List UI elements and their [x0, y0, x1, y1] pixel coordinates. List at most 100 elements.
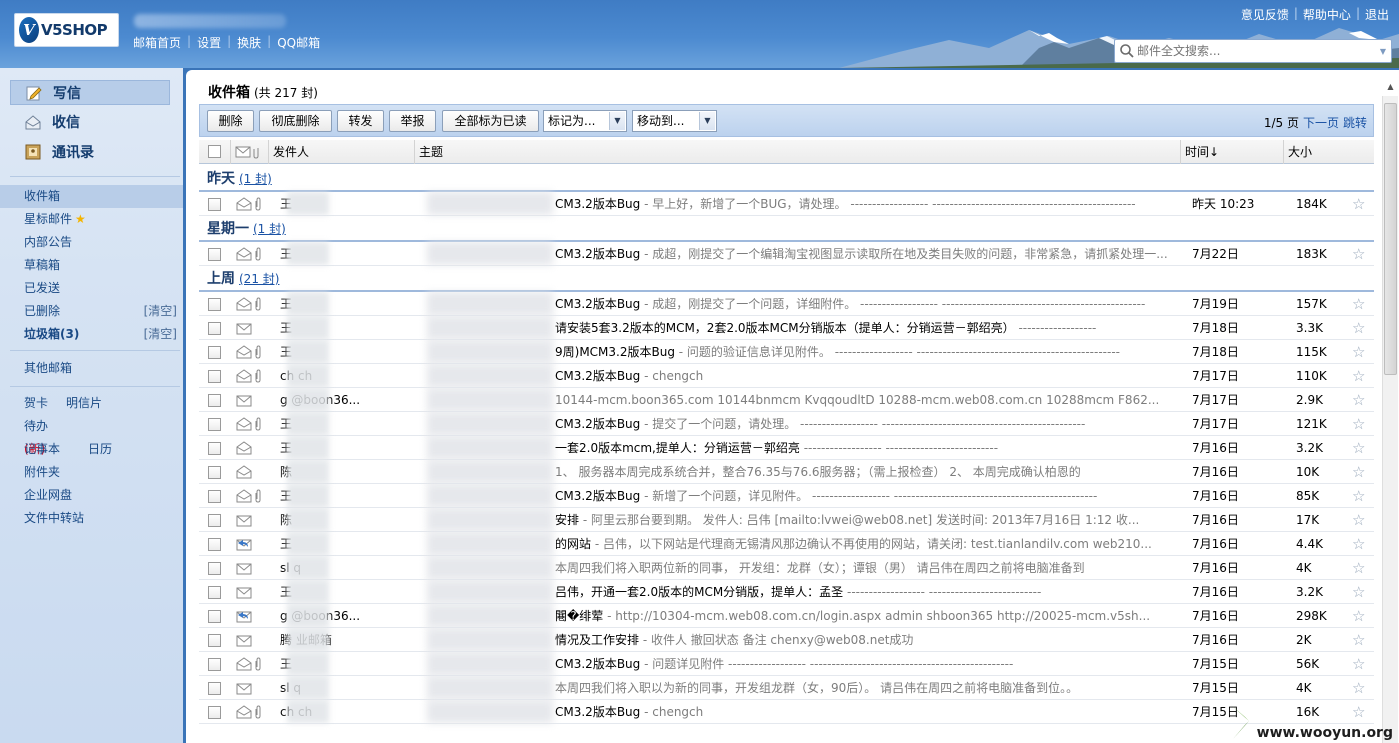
mark-as-select[interactable]: 标记为... ▼ [543, 110, 627, 132]
row-checkbox[interactable] [208, 466, 221, 479]
star-toggle-icon[interactable]: ☆ [1352, 652, 1365, 676]
sidebar-item-greeting-card[interactable]: 贺卡 [24, 392, 66, 415]
sidebar-item-file-transfer[interactable]: 文件中转站 [0, 507, 183, 530]
row-checkbox[interactable] [208, 248, 221, 261]
topnav-home[interactable]: 邮箱首页 [133, 34, 181, 51]
row-checkbox[interactable] [208, 586, 221, 599]
star-toggle-icon[interactable]: ☆ [1352, 508, 1365, 532]
message-row[interactable]: ch chCM3.2版本Bug - chengch7月15日16K☆ [199, 700, 1374, 724]
topnav-skin[interactable]: 换肤 [237, 34, 261, 51]
star-toggle-icon[interactable]: ☆ [1352, 484, 1365, 508]
star-toggle-icon[interactable]: ☆ [1352, 412, 1365, 436]
star-toggle-icon[interactable]: ☆ [1352, 460, 1365, 484]
star-toggle-icon[interactable]: ☆ [1352, 556, 1365, 580]
star-toggle-icon[interactable]: ☆ [1352, 676, 1365, 700]
sidebar-item-netdisk[interactable]: 企业网盘 [0, 484, 183, 507]
sidebar-item-sent[interactable]: 已发送 [0, 277, 183, 300]
star-toggle-icon[interactable]: ☆ [1352, 242, 1365, 266]
delete-button[interactable]: 删除 [207, 110, 254, 132]
row-checkbox[interactable] [208, 682, 221, 695]
sidebar-item-drafts[interactable]: 草稿箱 [0, 254, 183, 277]
message-row[interactable]: 王请安装5套3.2版本的MCM，2套2.0版本MCM分销版本（提单人：分销运营－… [199, 316, 1374, 340]
forward-button[interactable]: 转发 [337, 110, 384, 132]
row-checkbox[interactable] [208, 562, 221, 575]
message-row[interactable]: 王 CM3.2版本Bug - 问题详见附件 ------------------ … [199, 652, 1374, 676]
logout-link[interactable]: 退出 [1365, 6, 1389, 23]
size-col-header[interactable]: 大小 [1284, 140, 1374, 164]
contacts-button[interactable]: 通讯录 [10, 139, 170, 164]
message-row[interactable]: 王 CM3.2版本Bug - 成超，刚提交了一个编辑淘宝视图显示读取所在地及类目失… [199, 242, 1374, 266]
message-row[interactable]: ch chCM3.2版本Bug - chengch7月17日110K☆ [199, 364, 1374, 388]
receive-button[interactable]: 收信 [10, 109, 170, 134]
sidebar-item-notes[interactable]: 记事本 [0, 438, 183, 461]
message-row[interactable]: g @boon36...闀�绯荤 - http://10304-mcm.web0… [199, 604, 1374, 628]
select-all-checkbox[interactable] [208, 145, 221, 158]
star-toggle-icon[interactable]: ☆ [1352, 316, 1365, 340]
row-checkbox[interactable] [208, 198, 221, 211]
row-checkbox[interactable] [208, 706, 221, 719]
row-checkbox[interactable] [208, 610, 221, 623]
sender-col-header[interactable]: 发件人 [269, 140, 415, 164]
search-dropdown-icon[interactable]: ▼ [1380, 47, 1386, 56]
sidebar-item-starred[interactable]: 星标邮件 ★ [0, 208, 183, 231]
message-row[interactable]: 陈 1、 服务器本周完成系统合并，整合76.35与76.6服务器；（需上报检查）… [199, 460, 1374, 484]
topnav-qqmail[interactable]: QQ邮箱 [277, 34, 320, 51]
next-page-link[interactable]: 下一页 [1303, 116, 1339, 130]
time-col-header[interactable]: 时间↓ [1181, 140, 1284, 164]
move-to-select[interactable]: 移动到... ▼ [632, 110, 717, 132]
report-button[interactable]: 举报 [389, 110, 436, 132]
star-toggle-icon[interactable]: ☆ [1352, 532, 1365, 556]
message-row[interactable]: 陈安排 - 阿里云那台要到期。 发件人: 吕伟 [mailto:lvwei@we… [199, 508, 1374, 532]
message-row[interactable]: 王的网站 - 吕伟，以下网站是代理商无锡清风那边确认不再使用的网站，请关闭: t… [199, 532, 1374, 556]
star-toggle-icon[interactable]: ☆ [1352, 292, 1365, 316]
message-row[interactable]: 腾 业邮箱情况及工作安排 - 收件人 撤回状态 备注 chenxy@web08.… [199, 628, 1374, 652]
star-toggle-icon[interactable]: ☆ [1352, 436, 1365, 460]
row-checkbox[interactable] [208, 634, 221, 647]
message-row[interactable]: 王 CM3.2版本Bug - 成超，刚提交了一个问题，详细附件。 --------… [199, 292, 1374, 316]
star-toggle-icon[interactable]: ☆ [1352, 364, 1365, 388]
topnav-settings[interactable]: 设置 [197, 34, 221, 51]
feedback-link[interactable]: 意见反馈 [1241, 6, 1289, 23]
compose-button[interactable]: 写信 [10, 80, 170, 105]
clear-spam-link[interactable]: [清空] [144, 323, 177, 346]
row-checkbox[interactable] [208, 514, 221, 527]
message-row[interactable]: sl q 本周四我们将入职以为新的同事，开发组龙群（女，90后）。 请吕伟在周四… [199, 676, 1374, 700]
star-toggle-icon[interactable]: ☆ [1352, 700, 1365, 724]
jump-link[interactable]: 跳转 [1343, 116, 1367, 130]
message-row[interactable]: sl q 本周四我们将入职两位新的同事， 开发组：龙群（女）；谭银（男） 请吕伟… [199, 556, 1374, 580]
message-row[interactable]: 王一套2.0版本mcm,提单人：分销运营－郭绍亮 ---------------… [199, 436, 1374, 460]
help-link[interactable]: 帮助中心 [1303, 6, 1351, 23]
star-toggle-icon[interactable]: ☆ [1352, 192, 1365, 216]
sidebar-item-deleted[interactable]: 已删除 [清空] [0, 300, 183, 323]
row-checkbox[interactable] [208, 418, 221, 431]
row-checkbox[interactable] [208, 442, 221, 455]
row-checkbox[interactable] [208, 490, 221, 503]
star-toggle-icon[interactable]: ☆ [1352, 628, 1365, 652]
star-toggle-icon[interactable]: ☆ [1352, 388, 1365, 412]
mark-all-read-button[interactable]: 全部标为已读 [442, 110, 539, 132]
message-row[interactable]: 王 CM3.2版本Bug - 早上好，新增了一个BUG，请处理。 --------… [199, 192, 1374, 216]
group-count-link[interactable]: (1 封) [253, 222, 286, 236]
group-count-link[interactable]: (1 封) [239, 172, 272, 186]
message-row[interactable]: 王吕伟，开通一套2.0版本的MCM分销版，提单人：孟圣 ------------… [199, 580, 1374, 604]
message-row[interactable]: 王 9周)MCM3.2版本Bug - 问题的验证信息详见附件。 ---------… [199, 340, 1374, 364]
read-status-col[interactable] [231, 140, 269, 164]
row-checkbox[interactable] [208, 538, 221, 551]
subject-col-header[interactable]: 主题 [415, 140, 1181, 164]
sidebar-item-postcard[interactable]: 明信片 [66, 396, 102, 410]
row-checkbox[interactable] [208, 298, 221, 311]
sidebar-item-spam[interactable]: 垃圾箱(3) [清空] [0, 323, 183, 346]
star-toggle-icon[interactable]: ☆ [1352, 340, 1365, 364]
scroll-up-icon[interactable]: ▲ [1384, 80, 1397, 94]
sidebar-item-other-mailbox[interactable]: 其他邮箱 [0, 357, 183, 380]
sidebar-item-inbox[interactable]: 收件箱 [0, 185, 183, 208]
v5shop-logo[interactable]: V V5SHOP [14, 13, 119, 47]
star-toggle-icon[interactable]: ☆ [1352, 604, 1365, 628]
row-checkbox[interactable] [208, 658, 221, 671]
message-row[interactable]: g @boon36... 10144-mcm.boon365.com 10144… [199, 388, 1374, 412]
star-toggle-icon[interactable]: ☆ [1352, 580, 1365, 604]
scrollbar-thumb[interactable] [1384, 103, 1397, 375]
message-row[interactable]: 王 CM3.2版本Bug - 新增了一个问题，详见附件。 ------------… [199, 484, 1374, 508]
clear-deleted-link[interactable]: [清空] [144, 300, 177, 323]
row-checkbox[interactable] [208, 322, 221, 335]
